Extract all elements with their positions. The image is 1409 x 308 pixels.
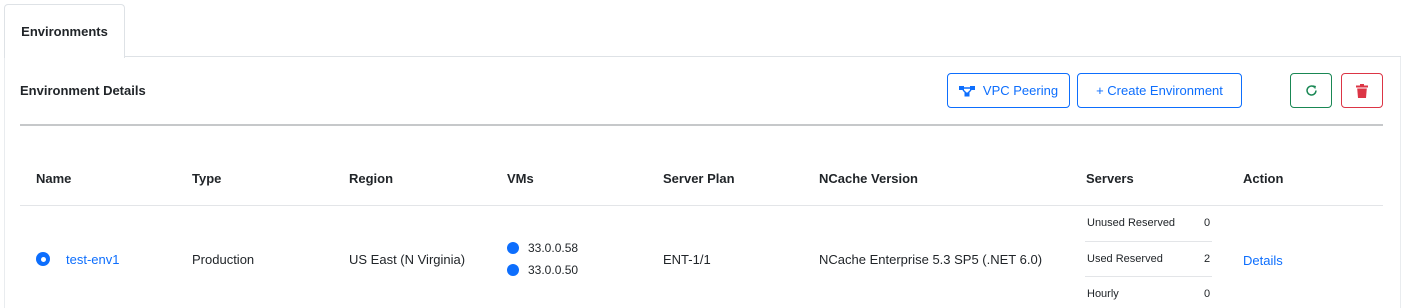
servers-divider bbox=[1085, 241, 1212, 242]
servers-label-unused-reserved: Unused Reserved bbox=[1087, 217, 1176, 229]
vm-ip: 33.0.0.58 bbox=[528, 241, 579, 255]
vm-ip: 33.0.0.50 bbox=[528, 263, 579, 277]
column-header-servers: Servers bbox=[1086, 171, 1134, 186]
environment-name-link[interactable]: test-env1 bbox=[66, 252, 119, 267]
delete-button[interactable] bbox=[1341, 73, 1383, 108]
environment-type: Production bbox=[192, 252, 255, 267]
header-divider bbox=[20, 205, 1383, 206]
servers-value-used-reserved: 2 bbox=[1204, 253, 1211, 265]
column-header-ncache-version: NCache Version bbox=[819, 171, 918, 186]
column-header-vms: VMs bbox=[507, 171, 534, 186]
column-header-name: Name bbox=[36, 171, 72, 186]
servers-value-unused-reserved: 0 bbox=[1204, 217, 1211, 229]
tab-environments[interactable]: Environments bbox=[4, 4, 125, 58]
column-header-type: Type bbox=[192, 171, 222, 186]
vpc-peering-button[interactable]: VPC Peering bbox=[947, 73, 1070, 108]
create-environment-label: + Create Environment bbox=[1096, 83, 1223, 98]
servers-value-hourly: 0 bbox=[1204, 288, 1211, 300]
refresh-button[interactable] bbox=[1290, 73, 1332, 108]
network-icon bbox=[958, 85, 975, 96]
servers-divider bbox=[1085, 276, 1212, 277]
ncache-version: NCache Enterprise 5.3 SP5 (.NET 6.0) bbox=[819, 252, 1043, 267]
servers-label-hourly: Hourly bbox=[1087, 288, 1119, 300]
section-title: Environment Details bbox=[20, 83, 146, 98]
section-divider bbox=[20, 124, 1383, 126]
tab-bar: Environments bbox=[0, 0, 1409, 58]
vpc-peering-label: VPC Peering bbox=[982, 83, 1059, 98]
column-header-action: Action bbox=[1243, 171, 1284, 186]
servers-label-used-reserved: Used Reserved bbox=[1087, 253, 1163, 265]
details-link[interactable]: Details bbox=[1243, 253, 1283, 268]
vm-status-dot bbox=[507, 242, 519, 254]
column-header-server-plan: Server Plan bbox=[663, 171, 735, 186]
trash-icon bbox=[1356, 83, 1368, 98]
server-plan: ENT-1/1 bbox=[663, 252, 711, 267]
column-header-region: Region bbox=[349, 171, 394, 186]
refresh-icon bbox=[1305, 85, 1317, 96]
vm-status-dot bbox=[507, 264, 519, 276]
environment-region: US East (N Virginia) bbox=[349, 252, 466, 267]
row-select-radio[interactable] bbox=[36, 252, 50, 266]
create-environment-button[interactable]: + Create Environment bbox=[1077, 73, 1242, 108]
